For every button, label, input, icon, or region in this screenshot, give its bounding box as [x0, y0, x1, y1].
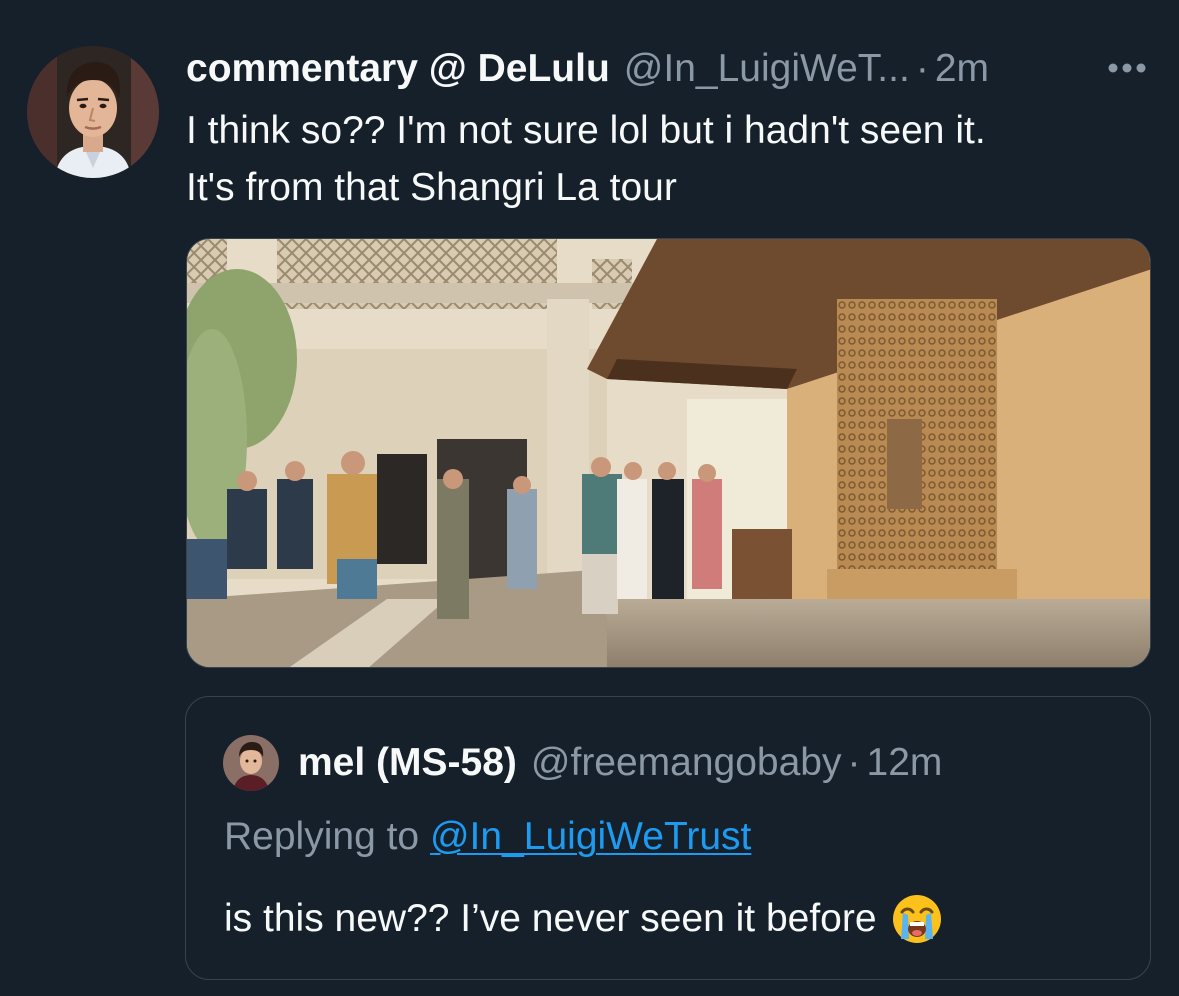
courtyard-photo-icon — [187, 239, 1150, 667]
avatar-photo-icon — [27, 46, 159, 178]
avatar-photo-icon — [223, 735, 279, 791]
quoted-tweet-text: is this new?? I’ve never seen it before — [224, 893, 943, 945]
separator-dot: · — [915, 47, 929, 90]
tweet-text: I think so?? I'm not sure lol but i hadn… — [186, 102, 1146, 216]
author-avatar[interactable] — [27, 46, 159, 178]
author-handle[interactable]: @In_LuigiWeT... — [624, 47, 910, 91]
replying-to-handle-link[interactable]: @In_LuigiWeTrust — [430, 815, 751, 858]
quoted-tweet[interactable]: mel (MS-58) @freemangobaby · 12m Replyin… — [185, 696, 1151, 980]
tweet-text-line: It's from that Shangri La tour — [186, 166, 677, 209]
tweet-text-line: I think so?? I'm not sure lol but i hadn… — [186, 109, 986, 152]
tweet-header: commentary @ DeLulu @In_LuigiWeT... · 2m — [186, 44, 1146, 94]
quoted-author-display-name[interactable]: mel (MS-58) — [298, 741, 517, 785]
loudly-crying-face-icon — [891, 893, 943, 945]
quoted-author-avatar[interactable] — [223, 735, 279, 791]
separator-dot: · — [847, 741, 861, 784]
tweet[interactable]: commentary @ DeLulu @In_LuigiWeT... · 2m… — [0, 0, 1179, 996]
quoted-author-handle[interactable]: @freemangobaby — [531, 741, 842, 785]
quoted-tweet-header: mel (MS-58) @freemangobaby · 12m — [298, 739, 942, 787]
replying-to-label: Replying to — [224, 815, 420, 858]
tweet-photo[interactable] — [186, 238, 1151, 668]
quoted-tweet-timestamp[interactable]: 12m — [867, 741, 943, 785]
author-display-name[interactable]: commentary @ DeLulu — [186, 47, 610, 91]
tweet-timestamp[interactable]: 2m — [935, 47, 989, 91]
quoted-tweet-text-content: is this new?? I’ve never seen it before — [224, 897, 877, 940]
more-options-icon[interactable] — [1105, 48, 1149, 88]
replying-to: Replying to @In_LuigiWeTrust — [224, 815, 751, 859]
